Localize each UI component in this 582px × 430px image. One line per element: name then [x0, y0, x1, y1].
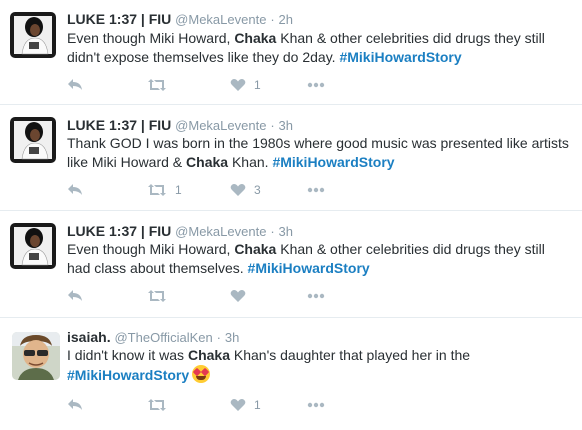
like-button[interactable]: 1 — [230, 76, 261, 94]
retweet-button[interactable] — [147, 396, 175, 414]
tweet-header: LUKE 1:37 | FIU @MekaLevente · 2h — [67, 10, 293, 29]
reply-button[interactable] — [67, 287, 83, 305]
reply-icon — [67, 183, 83, 197]
tweet-header: LUKE 1:37 | FIU @MekaLevente · 3h — [67, 116, 293, 135]
user-handle[interactable]: @MekaLevente — [175, 224, 266, 239]
tweet-text-segment: Even though Miki Howard, — [67, 241, 235, 257]
like-count: 1 — [254, 78, 261, 92]
timestamp[interactable]: 3h — [279, 224, 293, 239]
more-icon — [307, 187, 325, 193]
more-button[interactable] — [307, 396, 325, 414]
tweet-text: Even though Miki Howard, Chaka Khan & ot… — [67, 29, 572, 67]
retweet-icon — [147, 398, 167, 412]
reply-icon — [67, 398, 83, 412]
separator-dot: · — [216, 330, 221, 345]
retweet-button[interactable] — [147, 76, 175, 94]
highlighted-term: Chaka — [234, 241, 277, 257]
like-button[interactable] — [230, 287, 254, 305]
display-name[interactable]: isaiah. — [67, 329, 111, 345]
retweet-icon — [147, 183, 167, 197]
reply-icon — [67, 289, 83, 303]
avatar[interactable] — [12, 332, 60, 380]
tweet-text-segment: Khan. — [228, 154, 273, 170]
like-count: 3 — [254, 183, 261, 197]
hashtag-link[interactable]: #MikiHowardStory — [67, 367, 189, 383]
user-handle[interactable]: @MekaLevente — [175, 118, 266, 133]
heart-eyes-emoji — [192, 365, 211, 383]
heart-icon — [230, 289, 246, 303]
hashtag-link[interactable]: #MikiHowardStory — [272, 154, 394, 170]
tweet-actions — [67, 287, 367, 305]
more-button[interactable] — [307, 287, 325, 305]
tweet-text: Even though Miki Howard, Chaka Khan & ot… — [67, 240, 572, 278]
separator-dot: · — [270, 118, 275, 133]
timestamp[interactable]: 3h — [279, 118, 293, 133]
separator-dot: · — [270, 12, 275, 27]
retweet-button[interactable] — [147, 287, 175, 305]
tweet[interactable]: LUKE 1:37 | FIU @MekaLevente · 3h Thank … — [0, 105, 582, 211]
heart-icon — [230, 398, 246, 412]
retweet-count: 1 — [175, 183, 182, 197]
tweet-text-segment: Even though Miki Howard, — [67, 30, 235, 46]
reply-icon — [67, 78, 83, 92]
tweet[interactable]: LUKE 1:37 | FIU @MekaLevente · 3h Even t… — [0, 211, 582, 318]
timestamp[interactable]: 2h — [279, 12, 293, 27]
reply-button[interactable] — [67, 181, 83, 199]
tweet-header: isaiah. @TheOfficialKen · 3h — [67, 328, 239, 347]
heart-icon — [230, 78, 246, 92]
tweet-text: Thank GOD I was born in the 1980s where … — [67, 134, 572, 172]
hashtag-link[interactable]: #MikiHowardStory — [339, 49, 461, 65]
display-name[interactable]: LUKE 1:37 | FIU — [67, 117, 171, 133]
more-icon — [307, 293, 325, 299]
separator-dot: · — [270, 224, 275, 239]
like-button[interactable]: 3 — [230, 181, 261, 199]
more-icon — [307, 402, 325, 408]
tweet-actions: 1 — [67, 76, 367, 94]
like-count: 1 — [254, 398, 261, 412]
tweet-feed: LUKE 1:37 | FIU @MekaLevente · 2h Even t… — [0, 0, 582, 430]
reply-button[interactable] — [67, 76, 83, 94]
retweet-icon — [147, 78, 167, 92]
user-handle[interactable]: @MekaLevente — [175, 12, 266, 27]
tweet-text-segment: Khan's daughter that played her in the — [229, 347, 471, 363]
tweet-text-segment: I didn't know it was — [67, 347, 188, 363]
tweet-header: LUKE 1:37 | FIU @MekaLevente · 3h — [67, 222, 293, 241]
display-name[interactable]: LUKE 1:37 | FIU — [67, 223, 171, 239]
heart-icon — [230, 183, 246, 197]
like-button[interactable]: 1 — [230, 396, 261, 414]
avatar[interactable] — [10, 223, 56, 269]
more-button[interactable] — [307, 76, 325, 94]
tweet-actions: 1 3 — [67, 181, 367, 199]
highlighted-term: Chaka — [186, 154, 229, 170]
tweet[interactable]: LUKE 1:37 | FIU @MekaLevente · 2h Even t… — [0, 0, 582, 105]
timestamp[interactable]: 3h — [225, 330, 239, 345]
display-name[interactable]: LUKE 1:37 | FIU — [67, 11, 171, 27]
user-handle[interactable]: @TheOfficialKen — [114, 330, 212, 345]
avatar[interactable] — [10, 117, 56, 163]
highlighted-term: Chaka — [187, 347, 230, 363]
tweet[interactable]: isaiah. @TheOfficialKen · 3h I didn't kn… — [0, 318, 582, 430]
retweet-icon — [147, 289, 167, 303]
hashtag-link[interactable]: #MikiHowardStory — [248, 260, 370, 276]
tweet-text: I didn't know it was Chaka Khan's daught… — [67, 346, 572, 385]
highlighted-term: Chaka — [234, 30, 277, 46]
tweet-actions: 1 — [67, 396, 367, 414]
reply-button[interactable] — [67, 396, 83, 414]
more-icon — [307, 82, 325, 88]
retweet-button[interactable]: 1 — [147, 181, 182, 199]
avatar[interactable] — [10, 12, 56, 58]
more-button[interactable] — [307, 181, 325, 199]
